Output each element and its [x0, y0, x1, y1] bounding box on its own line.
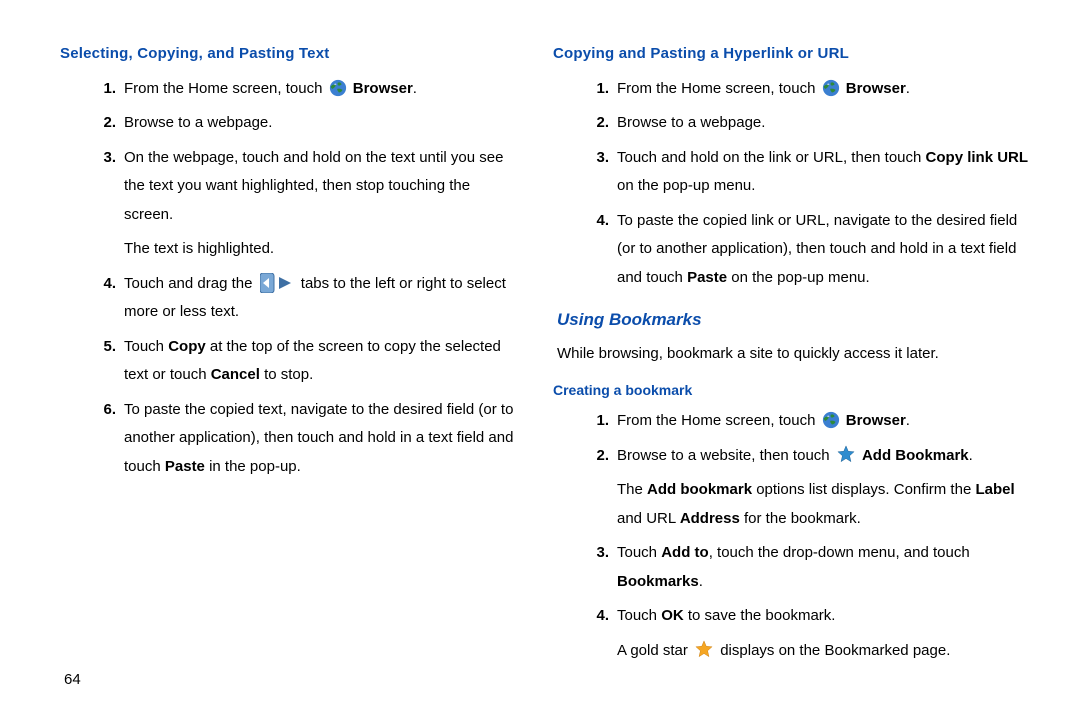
- list-number: 2.: [587, 109, 609, 138]
- list-text: Touch and hold on the link or URL, then …: [617, 144, 1030, 201]
- list-item: 1. From the Home screen, touch Browser.: [94, 75, 519, 104]
- list-subtext: A gold star displays on the Bookmarked p…: [617, 637, 1030, 666]
- globe-icon: [329, 79, 347, 97]
- list-text: Touch OK to save the bookmark.: [617, 602, 1030, 631]
- list-item: 2. Browse to a webpage.: [587, 109, 1030, 138]
- list-text: To paste the copied link or URL, navigat…: [617, 207, 1030, 293]
- list-subtext: The Add bookmark options list displays. …: [617, 476, 1030, 533]
- list-text: Browse to a webpage.: [124, 109, 519, 138]
- heading-copy-url: Copying and Pasting a Hyperlink or URL: [553, 40, 1030, 69]
- list-text: Browse to a website, then touch Add Book…: [617, 442, 1030, 471]
- list-item: 4. Touch and drag the tabs to the left o…: [94, 270, 519, 327]
- list-number: 4.: [94, 270, 116, 299]
- left-column: Selecting, Copying, and Pasting Text 1. …: [60, 40, 545, 700]
- list-text: Browse to a webpage.: [617, 109, 1030, 138]
- list-text: Touch Copy at the top of the screen to c…: [124, 333, 519, 390]
- list-number: 6.: [94, 396, 116, 425]
- list-item: 3. On the webpage, touch and hold on the…: [94, 144, 519, 230]
- list-text: To paste the copied text, navigate to th…: [124, 396, 519, 482]
- list-text: From the Home screen, touch Browser.: [124, 75, 519, 104]
- list-right-a: 1. From the Home screen, touch Browser. …: [553, 75, 1030, 293]
- list-text: From the Home screen, touch Browser.: [617, 407, 1030, 436]
- selection-tabs-icon: [260, 273, 294, 293]
- list-item: 2. Browse to a webpage.: [94, 109, 519, 138]
- list-text: On the webpage, touch and hold on the te…: [124, 144, 519, 230]
- right-column: Copying and Pasting a Hyperlink or URL 1…: [545, 40, 1030, 700]
- list-number: 1.: [94, 75, 116, 104]
- list-item: 3. Touch Add to, touch the drop-down men…: [587, 539, 1030, 596]
- globe-icon: [822, 79, 840, 97]
- list-text: Touch Add to, touch the drop-down menu, …: [617, 539, 1030, 596]
- list-item: 1. From the Home screen, touch Browser.: [587, 75, 1030, 104]
- list-number: 5.: [94, 333, 116, 362]
- list-item: 4. To paste the copied link or URL, navi…: [587, 207, 1030, 293]
- intro-text: While browsing, bookmark a site to quick…: [553, 340, 1030, 369]
- star-icon: [837, 445, 855, 463]
- list-item: 2. Browse to a website, then touch Add B…: [587, 442, 1030, 471]
- list-item: 4. Touch OK to save the bookmark.: [587, 602, 1030, 631]
- list-item: 3. Touch and hold on the link or URL, th…: [587, 144, 1030, 201]
- list-number: 1.: [587, 407, 609, 436]
- list-text: From the Home screen, touch Browser.: [617, 75, 1030, 104]
- gold-star-icon: [695, 640, 713, 658]
- list-number: 1.: [587, 75, 609, 104]
- list-number: 3.: [94, 144, 116, 173]
- list-item: 5. Touch Copy at the top of the screen t…: [94, 333, 519, 390]
- list-item: 1. From the Home screen, touch Browser.: [587, 407, 1030, 436]
- heading-using-bookmarks: Using Bookmarks: [553, 304, 1030, 336]
- list-number: 3.: [587, 144, 609, 173]
- list-number: 4.: [587, 602, 609, 631]
- list-right-b: 1. From the Home screen, touch Browser. …: [553, 407, 1030, 665]
- list-item: 6. To paste the copied text, navigate to…: [94, 396, 519, 482]
- page-number: 64: [64, 666, 81, 695]
- list-subtext: The text is highlighted.: [124, 235, 519, 264]
- heading-selecting: Selecting, Copying, and Pasting Text: [60, 40, 519, 69]
- list-text: Touch and drag the tabs to the left or r…: [124, 270, 519, 327]
- heading-creating-bookmark: Creating a bookmark: [553, 377, 1030, 404]
- globe-icon: [822, 411, 840, 429]
- list-number: 2.: [94, 109, 116, 138]
- list-left: 1. From the Home screen, touch Browser. …: [60, 75, 519, 482]
- manual-page: Selecting, Copying, and Pasting Text 1. …: [0, 0, 1080, 720]
- list-number: 3.: [587, 539, 609, 568]
- list-number: 2.: [587, 442, 609, 471]
- list-number: 4.: [587, 207, 609, 236]
